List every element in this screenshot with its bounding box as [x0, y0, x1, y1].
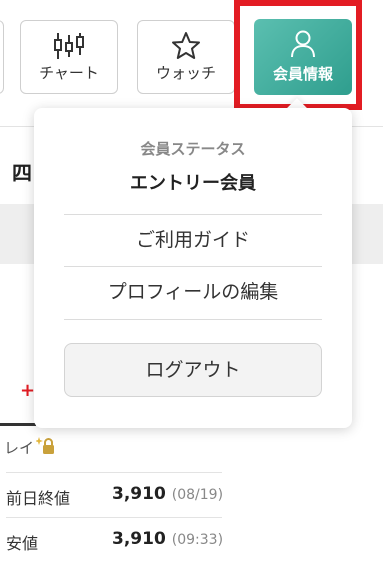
toolbar-button-partial[interactable]: [0, 20, 4, 94]
menu-item-edit-profile[interactable]: プロフィールの編集: [64, 267, 322, 317]
divider: [64, 319, 322, 320]
price-value: 3,910: [112, 484, 166, 504]
member-status-label: 会員ステータス: [140, 140, 246, 158]
member-info-label: 会員情報: [272, 65, 333, 83]
lock-icon: [35, 436, 56, 460]
plus-icon[interactable]: +: [20, 380, 35, 401]
chart-button-label: チャート: [39, 64, 99, 82]
tab-partial-label[interactable]: 四: [12, 157, 32, 186]
price-row-label: 安値: [6, 534, 39, 553]
price-time: (08/19): [171, 487, 224, 503]
replay-label[interactable]: レイ: [4, 436, 56, 460]
active-tab-indicator: [0, 423, 36, 426]
replay-text: レイ: [4, 439, 35, 457]
member-dropdown: 会員ステータス エントリー会員 ご利用ガイド プロフィールの編集 ログアウト: [34, 108, 352, 428]
member-info-button[interactable]: 会員情報: [254, 19, 352, 95]
price-row: 前日終値 3,910 (08/19): [6, 472, 223, 517]
member-status-value: エントリー会員: [130, 173, 256, 194]
price-row-value: 3,910 (08/19): [112, 484, 223, 504]
watch-button[interactable]: ウォッチ: [137, 20, 235, 94]
candlestick-chart-icon: [52, 31, 86, 65]
price-time: (09:33): [171, 532, 224, 548]
logout-button[interactable]: ログアウト: [64, 343, 322, 397]
watch-button-label: ウォッチ: [155, 64, 216, 82]
price-row-value: 3,910 (09:33): [112, 529, 223, 549]
star-icon: [171, 31, 201, 65]
price-row: 安値 3,910 (09:33): [6, 517, 223, 562]
price-value: 3,910: [112, 529, 166, 549]
menu-item-guide[interactable]: ご利用ガイド: [64, 215, 322, 265]
user-icon: [289, 29, 317, 63]
chart-button[interactable]: チャート: [20, 20, 118, 94]
price-row-label: 前日終値: [6, 489, 71, 508]
